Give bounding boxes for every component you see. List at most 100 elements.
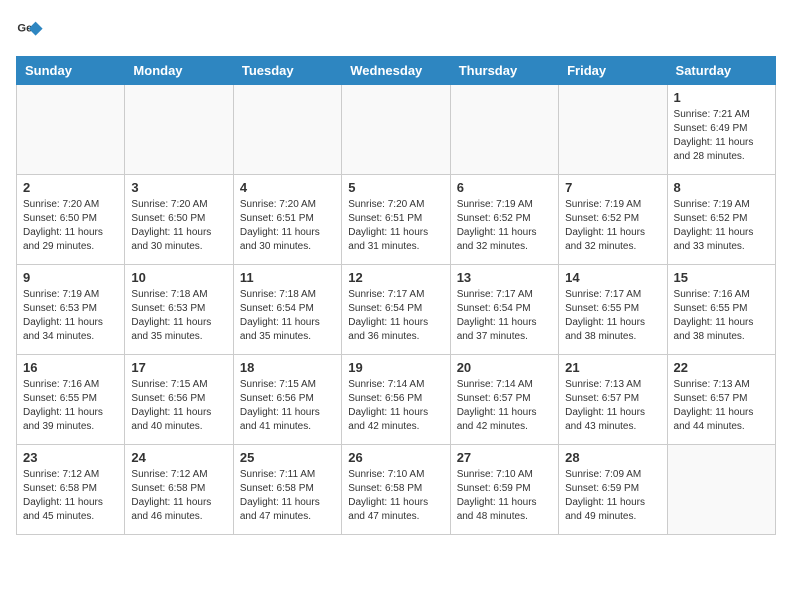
calendar-cell: 4Sunrise: 7:20 AM Sunset: 6:51 PM Daylig… (233, 175, 341, 265)
day-info: Sunrise: 7:20 AM Sunset: 6:50 PM Dayligh… (23, 198, 118, 254)
day-number: 23 (23, 450, 118, 465)
day-number: 3 (131, 180, 226, 195)
day-info: Sunrise: 7:15 AM Sunset: 6:56 PM Dayligh… (240, 378, 335, 434)
day-info: Sunrise: 7:21 AM Sunset: 6:49 PM Dayligh… (674, 108, 769, 164)
weekday-header-sunday: Sunday (17, 57, 125, 85)
weekday-header-tuesday: Tuesday (233, 57, 341, 85)
calendar-cell: 27 Sunrise: 7:10 AM Sunset: 6:59 PM Dayli… (450, 445, 558, 535)
day-info: Sunrise: 7:16 AM Sunset: 6:55 PM Dayligh… (23, 378, 118, 434)
day-info: Sunrise: 7:19 AM Sunset: 6:52 PM Dayligh… (565, 198, 660, 254)
header: Ge (16, 16, 776, 44)
calendar-cell: 13 Sunrise: 7:17 AM Sunset: 6:54 PM Dayli… (450, 265, 558, 355)
weekday-header-row: SundayMondayTuesdayWednesdayThursdayFrid… (17, 57, 776, 85)
day-info: Sunrise: 7:12 AM Sunset: 6:58 PM Dayligh… (23, 468, 118, 524)
day-number: 24 (131, 450, 226, 465)
day-number: 15 (674, 270, 769, 285)
day-info: Sunrise: 7:20 AM Sunset: 6:51 PM Dayligh… (348, 198, 443, 254)
calendar-cell: 28 Sunrise: 7:09 AM Sunset: 6:59 PM Dayli… (559, 445, 667, 535)
weekday-header-wednesday: Wednesday (342, 57, 450, 85)
day-number: 6 (457, 180, 552, 195)
day-number: 26 (348, 450, 443, 465)
weekday-header-saturday: Saturday (667, 57, 775, 85)
day-number: 17 (131, 360, 226, 375)
calendar-cell: 2 Sunrise: 7:20 AM Sunset: 6:50 PM Daylig… (17, 175, 125, 265)
calendar-cell (559, 85, 667, 175)
day-number: 11 (240, 270, 335, 285)
calendar-cell: 3Sunrise: 7:20 AM Sunset: 6:50 PM Daylig… (125, 175, 233, 265)
day-number: 25 (240, 450, 335, 465)
day-number: 27 (457, 450, 552, 465)
day-info: Sunrise: 7:11 AM Sunset: 6:58 PM Dayligh… (240, 468, 335, 524)
day-info: Sunrise: 7:14 AM Sunset: 6:57 PM Dayligh… (457, 378, 552, 434)
calendar-cell: 7 Sunrise: 7:19 AM Sunset: 6:52 PM Daylig… (559, 175, 667, 265)
day-info: Sunrise: 7:13 AM Sunset: 6:57 PM Dayligh… (565, 378, 660, 434)
calendar-cell (125, 85, 233, 175)
calendar-cell (450, 85, 558, 175)
day-info: Sunrise: 7:10 AM Sunset: 6:59 PM Dayligh… (457, 468, 552, 524)
day-info: Sunrise: 7:19 AM Sunset: 6:53 PM Dayligh… (23, 288, 118, 344)
calendar-cell: 10 Sunrise: 7:18 AM Sunset: 6:53 PM Dayli… (125, 265, 233, 355)
weekday-header-thursday: Thursday (450, 57, 558, 85)
day-number: 9 (23, 270, 118, 285)
weekday-header-monday: Monday (125, 57, 233, 85)
week-row-1: 1 Sunrise: 7:21 AM Sunset: 6:49 PM Daylig… (17, 85, 776, 175)
calendar-cell: 12 Sunrise: 7:17 AM Sunset: 6:54 PM Dayli… (342, 265, 450, 355)
day-info: Sunrise: 7:09 AM Sunset: 6:59 PM Dayligh… (565, 468, 660, 524)
calendar-cell: 6 Sunrise: 7:19 AM Sunset: 6:52 PM Daylig… (450, 175, 558, 265)
day-number: 2 (23, 180, 118, 195)
day-number: 7 (565, 180, 660, 195)
day-info: Sunrise: 7:17 AM Sunset: 6:55 PM Dayligh… (565, 288, 660, 344)
day-info: Sunrise: 7:18 AM Sunset: 6:54 PM Dayligh… (240, 288, 335, 344)
day-number: 18 (240, 360, 335, 375)
calendar-cell (233, 85, 341, 175)
day-info: Sunrise: 7:17 AM Sunset: 6:54 PM Dayligh… (348, 288, 443, 344)
day-info: Sunrise: 7:10 AM Sunset: 6:58 PM Dayligh… (348, 468, 443, 524)
calendar-cell (667, 445, 775, 535)
calendar-cell: 16Sunrise: 7:16 AM Sunset: 6:55 PM Dayli… (17, 355, 125, 445)
day-number: 19 (348, 360, 443, 375)
calendar-cell: 14 Sunrise: 7:17 AM Sunset: 6:55 PM Dayli… (559, 265, 667, 355)
day-info: Sunrise: 7:19 AM Sunset: 6:52 PM Dayligh… (457, 198, 552, 254)
calendar-cell: 22 Sunrise: 7:13 AM Sunset: 6:57 PM Dayli… (667, 355, 775, 445)
day-number: 4 (240, 180, 335, 195)
day-info: Sunrise: 7:15 AM Sunset: 6:56 PM Dayligh… (131, 378, 226, 434)
calendar-cell: 23 Sunrise: 7:12 AM Sunset: 6:58 PM Dayli… (17, 445, 125, 535)
calendar-cell: 20 Sunrise: 7:14 AM Sunset: 6:57 PM Dayli… (450, 355, 558, 445)
day-number: 28 (565, 450, 660, 465)
day-number: 21 (565, 360, 660, 375)
calendar-cell: 17 Sunrise: 7:15 AM Sunset: 6:56 PM Dayli… (125, 355, 233, 445)
day-number: 14 (565, 270, 660, 285)
day-info: Sunrise: 7:13 AM Sunset: 6:57 PM Dayligh… (674, 378, 769, 434)
day-number: 5 (348, 180, 443, 195)
calendar-cell: 19Sunrise: 7:14 AM Sunset: 6:56 PM Dayli… (342, 355, 450, 445)
day-info: Sunrise: 7:19 AM Sunset: 6:52 PM Dayligh… (674, 198, 769, 254)
calendar-cell: 1 Sunrise: 7:21 AM Sunset: 6:49 PM Daylig… (667, 85, 775, 175)
day-number: 12 (348, 270, 443, 285)
calendar-cell: 18 Sunrise: 7:15 AM Sunset: 6:56 PM Dayli… (233, 355, 341, 445)
day-number: 8 (674, 180, 769, 195)
calendar-cell: 9 Sunrise: 7:19 AM Sunset: 6:53 PM Daylig… (17, 265, 125, 355)
calendar-cell: 24 Sunrise: 7:12 AM Sunset: 6:58 PM Dayli… (125, 445, 233, 535)
week-row-4: 16Sunrise: 7:16 AM Sunset: 6:55 PM Dayli… (17, 355, 776, 445)
day-info: Sunrise: 7:12 AM Sunset: 6:58 PM Dayligh… (131, 468, 226, 524)
calendar-cell (17, 85, 125, 175)
calendar-cell: 8 Sunrise: 7:19 AM Sunset: 6:52 PM Daylig… (667, 175, 775, 265)
logo: Ge (16, 16, 46, 44)
day-number: 20 (457, 360, 552, 375)
calendar-table: SundayMondayTuesdayWednesdayThursdayFrid… (16, 56, 776, 535)
day-number: 22 (674, 360, 769, 375)
day-number: 10 (131, 270, 226, 285)
calendar-cell: 26 Sunrise: 7:10 AM Sunset: 6:58 PM Dayli… (342, 445, 450, 535)
calendar-cell (342, 85, 450, 175)
day-number: 13 (457, 270, 552, 285)
calendar-cell: 15 Sunrise: 7:16 AM Sunset: 6:55 PM Dayli… (667, 265, 775, 355)
calendar-cell: 25 Sunrise: 7:11 AM Sunset: 6:58 PM Dayli… (233, 445, 341, 535)
calendar-cell: 5 Sunrise: 7:20 AM Sunset: 6:51 PM Daylig… (342, 175, 450, 265)
day-number: 1 (674, 90, 769, 105)
week-row-2: 2 Sunrise: 7:20 AM Sunset: 6:50 PM Daylig… (17, 175, 776, 265)
calendar-cell: 11 Sunrise: 7:18 AM Sunset: 6:54 PM Dayli… (233, 265, 341, 355)
day-info: Sunrise: 7:17 AM Sunset: 6:54 PM Dayligh… (457, 288, 552, 344)
day-info: Sunrise: 7:16 AM Sunset: 6:55 PM Dayligh… (674, 288, 769, 344)
week-row-3: 9 Sunrise: 7:19 AM Sunset: 6:53 PM Daylig… (17, 265, 776, 355)
day-info: Sunrise: 7:18 AM Sunset: 6:53 PM Dayligh… (131, 288, 226, 344)
